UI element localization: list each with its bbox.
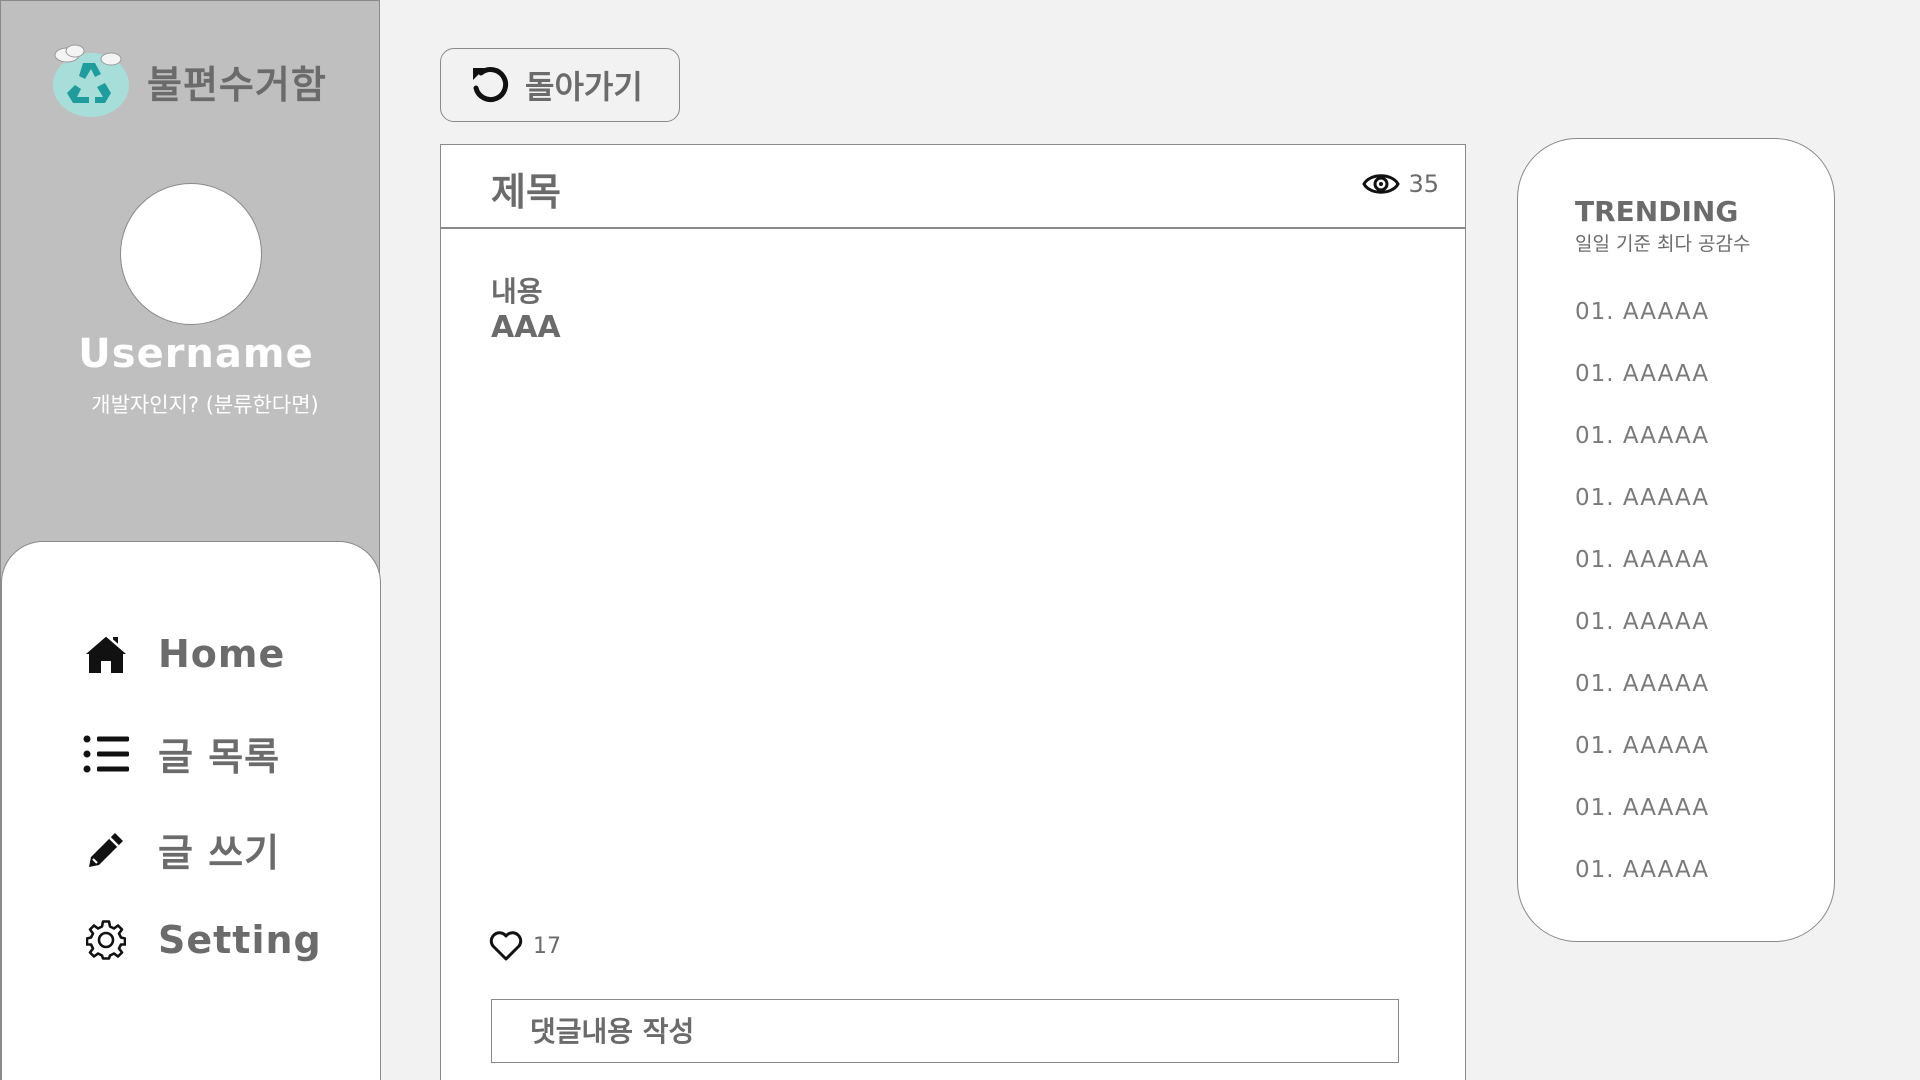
post-card: 제목 35 내용 AAA 17 (440, 144, 1466, 1080)
list-icon (82, 730, 130, 778)
app-name: 불편수거함 (147, 62, 327, 107)
trending-subtitle: 일일 기준 최다 공감수 (1575, 233, 1751, 255)
nav-label-write: 글 쓰기 (158, 831, 281, 875)
nav-label-home: Home (158, 632, 286, 676)
comment-input[interactable] (491, 999, 1399, 1063)
user-type: 개발자인지? (분류한다면) (91, 393, 319, 417)
back-button-label: 돌아가기 (525, 68, 643, 106)
post-header: 제목 35 (441, 145, 1465, 229)
view-count: 35 (1362, 169, 1439, 199)
undo-icon (473, 67, 509, 102)
trending-item[interactable]: 01. AAAAA (1575, 857, 1709, 919)
pencil-icon (82, 826, 130, 874)
nav-item-list[interactable]: 글 목록 (82, 726, 280, 781)
recycle-cloud-icon (53, 44, 129, 117)
trending-item[interactable]: 01. AAAAA (1575, 547, 1709, 609)
eye-icon (1362, 174, 1401, 194)
trending-item[interactable]: 01. AAAAA (1575, 609, 1709, 671)
back-button[interactable]: 돌아가기 (440, 48, 680, 122)
post-body-text: AAA (491, 310, 561, 345)
trending-item[interactable]: 01. AAAAA (1575, 423, 1709, 485)
trending-title: TRENDING (1575, 195, 1739, 228)
trending-panel: TRENDING 일일 기준 최다 공감수 01. AAAAA 01. AAAA… (1517, 138, 1835, 942)
nav-label-list: 글 목록 (158, 735, 281, 779)
trending-item[interactable]: 01. AAAAA (1575, 733, 1709, 795)
trending-list: 01. AAAAA 01. AAAAA 01. AAAAA 01. AAAAA … (1575, 299, 1709, 919)
nav-item-setting[interactable]: Setting (82, 916, 322, 964)
trending-item[interactable]: 01. AAAAA (1575, 671, 1709, 733)
trending-item[interactable]: 01. AAAAA (1575, 795, 1709, 857)
view-count-value: 35 (1408, 170, 1439, 198)
heart-icon (489, 931, 523, 961)
username: Username (78, 331, 314, 377)
nav-item-write[interactable]: 글 쓰기 (82, 822, 280, 877)
gear-icon (82, 916, 130, 964)
sidebar: 불편수거함 Username 개발자인지? (분류한다면) Home 글 목록 … (0, 0, 381, 1080)
trending-item[interactable]: 01. AAAAA (1575, 299, 1709, 361)
nav-label-setting: Setting (158, 918, 322, 962)
like-count: 17 (533, 933, 561, 959)
post-title: 제목 (491, 170, 561, 214)
post-body-label: 내용 (491, 275, 543, 308)
home-icon (82, 630, 130, 678)
trending-item[interactable]: 01. AAAAA (1575, 485, 1709, 547)
nav-menu: Home 글 목록 글 쓰기 Setting (1, 541, 381, 1080)
like-button[interactable]: 17 (489, 931, 561, 961)
nav-item-home[interactable]: Home (82, 630, 285, 678)
app-logo[interactable]: 불편수거함 (45, 41, 327, 121)
post-body: 내용 AAA (491, 275, 561, 347)
trending-item[interactable]: 01. AAAAA (1575, 361, 1709, 423)
avatar[interactable] (120, 183, 262, 325)
